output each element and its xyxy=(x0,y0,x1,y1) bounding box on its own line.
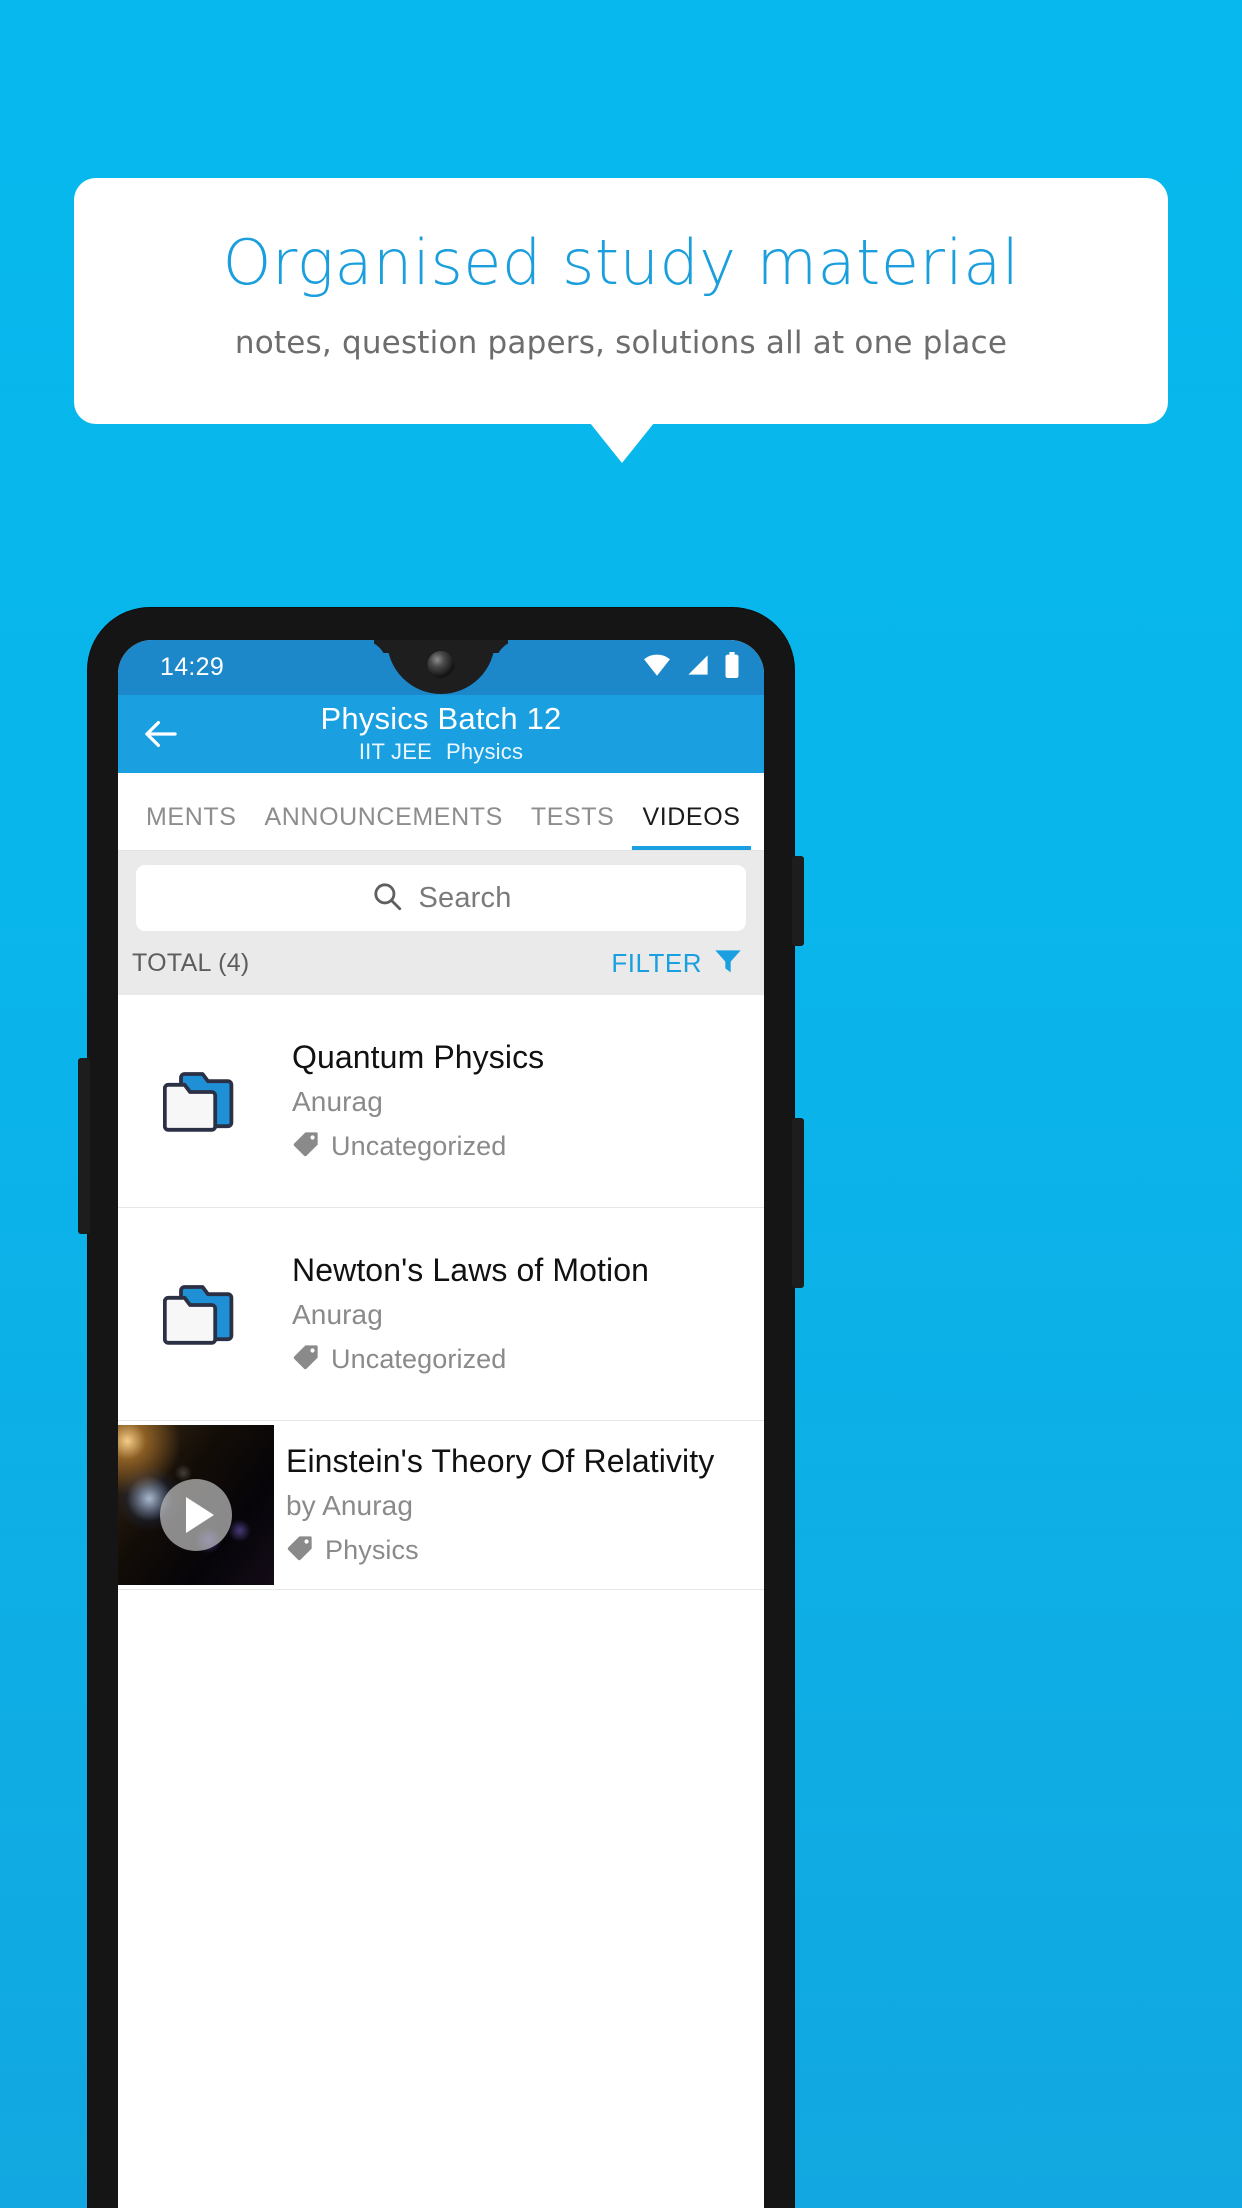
search-zone: Search xyxy=(118,851,764,931)
tab-bar: MENTS ANNOUNCEMENTS TESTS VIDEOS xyxy=(118,773,764,851)
status-icons xyxy=(642,652,740,683)
list-item-tag: Physics xyxy=(286,1522,754,1567)
back-arrow-icon[interactable] xyxy=(140,713,182,755)
tag-icon xyxy=(286,1534,314,1567)
filter-button[interactable]: FILTER xyxy=(611,945,744,982)
front-camera-icon xyxy=(427,651,455,678)
tag-icon xyxy=(292,1343,320,1376)
search-icon xyxy=(370,879,404,918)
play-triangle xyxy=(185,1496,214,1533)
promo-page: Organised study material notes, question… xyxy=(0,0,1242,2208)
promo-bubble: Organised study material notes, question… xyxy=(74,178,1168,424)
search-placeholder: Search xyxy=(418,881,512,914)
phone-volume-rocker[interactable] xyxy=(792,1118,804,1288)
tab-announcements[interactable]: ANNOUNCEMENTS xyxy=(251,803,517,850)
phone-mockup: 14:29 Physics Batch 12 IIT JEE Physics M… xyxy=(78,608,804,2208)
promo-subheadline: notes, question papers, solutions all at… xyxy=(234,325,1008,362)
total-count-label: TOTAL (4) xyxy=(132,948,250,977)
list-item-body: Newton's Laws of Motion Anurag Uncategor… xyxy=(280,1252,764,1376)
list-item-tag-text: Physics xyxy=(325,1535,419,1565)
folder-icon xyxy=(118,1068,280,1134)
list-item-author: Anurag xyxy=(292,1299,383,1330)
tab-assignments[interactable]: MENTS xyxy=(132,803,251,850)
app-bar: Physics Batch 12 IIT JEE Physics xyxy=(118,695,764,773)
tab-tests[interactable]: TESTS xyxy=(517,803,629,850)
promo-headline: Organised study material xyxy=(222,226,1020,299)
list-item-tag-text: Uncategorized xyxy=(331,1344,507,1374)
tab-videos[interactable]: VIDEOS xyxy=(628,803,754,850)
status-time: 14:29 xyxy=(160,653,225,681)
play-icon[interactable] xyxy=(160,1478,232,1551)
subtitle-exam: IIT JEE xyxy=(358,738,432,764)
list-item-title: Einstein's Theory Of Relativity xyxy=(286,1443,715,1479)
page-title: Physics Batch 12 xyxy=(320,701,562,736)
filter-label: FILTER xyxy=(611,947,702,978)
cell-signal-icon xyxy=(685,653,711,682)
folder-icon xyxy=(118,1281,280,1347)
list-item-tag: Uncategorized xyxy=(292,1331,754,1376)
filter-row: TOTAL (4) FILTER xyxy=(118,931,764,995)
phone-power-button[interactable] xyxy=(792,856,804,946)
battery-icon xyxy=(724,652,740,683)
funnel-icon xyxy=(712,945,744,982)
list-item[interactable]: Newton's Laws of Motion Anurag Uncategor… xyxy=(118,1208,764,1421)
list-item[interactable]: Einstein's Theory Of Relativity by Anura… xyxy=(118,1421,764,1590)
list-item-author: Anurag xyxy=(292,1086,383,1117)
status-bar: 14:29 xyxy=(118,640,764,695)
content-list: Quantum Physics Anurag Uncategorized New… xyxy=(118,995,764,1590)
search-input[interactable]: Search xyxy=(136,865,746,931)
phone-volume-button[interactable] xyxy=(78,1058,90,1234)
list-item-body: Quantum Physics Anurag Uncategorized xyxy=(280,1039,764,1163)
phone-screen: 14:29 Physics Batch 12 IIT JEE Physics M… xyxy=(118,640,764,2208)
video-thumbnail[interactable] xyxy=(118,1425,274,1585)
list-item-tag: Uncategorized xyxy=(292,1118,754,1163)
list-item-tag-text: Uncategorized xyxy=(331,1131,507,1161)
wifi-icon xyxy=(642,653,672,682)
list-item[interactable]: Quantum Physics Anurag Uncategorized xyxy=(118,995,764,1208)
app-bar-text: Physics Batch 12 IIT JEE Physics xyxy=(118,695,764,765)
tag-icon xyxy=(292,1130,320,1163)
list-item-body: Einstein's Theory Of Relativity by Anura… xyxy=(274,1443,764,1567)
promo-bubble-tail xyxy=(590,423,654,463)
list-item-title: Quantum Physics xyxy=(292,1039,545,1075)
list-item-title: Newton's Laws of Motion xyxy=(292,1252,650,1288)
subtitle-subject: Physics xyxy=(445,738,524,764)
list-item-author: by Anurag xyxy=(286,1490,413,1521)
app-bar-subtitle: IIT JEE Physics xyxy=(118,737,764,765)
